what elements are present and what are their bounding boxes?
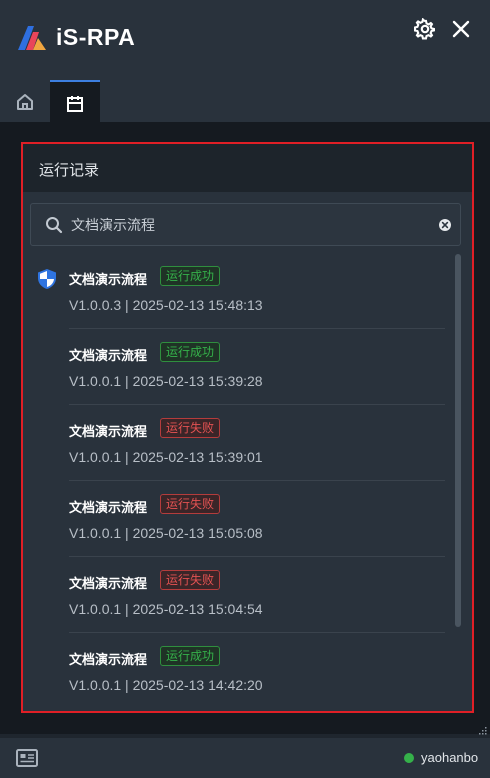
clear-search-icon[interactable] [438,218,452,232]
status-badge: 运行成功 [160,646,221,666]
search-icon [46,217,63,234]
divider [69,556,445,557]
tab-bar [0,80,490,122]
close-icon[interactable] [450,18,472,40]
record-name: 文档演示流程 [69,424,148,439]
calendar-icon [67,96,83,112]
status-badge: 运行失败 [160,494,221,514]
tab-run-records[interactable] [50,80,100,122]
scrollbar[interactable] [455,254,461,627]
status-badge: 运行成功 [160,342,221,362]
record-meta: V1.0.0.1 | 2025-02-13 15:39:28 [69,373,263,389]
app-logo [18,26,46,50]
record-meta: V1.0.0.3 | 2025-02-13 15:48:13 [69,297,263,313]
record-row[interactable]: 文档演示流程 运行失败 V1.0.0.1 | 2025-02-13 15:39:… [23,406,453,482]
record-name: 文档演示流程 [69,652,148,667]
divider [69,632,445,633]
divider [69,328,445,329]
record-name: 文档演示流程 [69,348,148,363]
record-row[interactable]: 文档演示流程 运行成功 V1.0.0.1 | 2025-02-13 14:42:… [23,634,453,710]
status-badge: 运行失败 [160,570,221,590]
record-row[interactable]: 文档演示流程 运行失败 V1.0.0.1 | 2025-02-13 15:05:… [23,482,453,558]
title-bar: iS-RPA [0,0,490,80]
home-icon [17,94,33,110]
search-box [30,203,461,246]
panel-header: 运行记录 [23,144,472,192]
settings-gear-icon[interactable] [414,18,436,40]
status-badge: 运行失败 [160,418,221,438]
record-list: 文档演示流程 运行成功 V1.0.0.3 | 2025-02-13 15:48:… [23,254,472,710]
panel-title: 运行记录 [39,162,100,179]
online-status-dot [404,753,414,763]
resize-grip-icon[interactable] [478,726,487,735]
record-meta: V1.0.0.1 | 2025-02-13 14:42:20 [69,677,263,693]
id-card-icon[interactable] [16,749,38,767]
app-title: iS-RPA [56,24,136,50]
record-name: 文档演示流程 [69,272,148,287]
record-meta: V1.0.0.1 | 2025-02-13 15:04:54 [69,601,263,617]
tab-home[interactable] [0,80,50,122]
record-meta: V1.0.0.1 | 2025-02-13 15:05:08 [69,525,263,541]
run-records-panel: 运行记录 文档演示流程 运行成功 V1.0.0.3 | 2025-02-13 1… [21,142,474,713]
record-name: 文档演示流程 [69,576,148,591]
username: yaohanbo [421,750,479,765]
record-name: 文档演示流程 [69,500,148,515]
status-badge: 运行成功 [160,266,221,286]
record-row[interactable]: 文档演示流程 运行失败 V1.0.0.1 | 2025-02-13 15:04:… [23,558,453,634]
search-input[interactable] [71,214,421,236]
shield-icon [38,269,56,289]
divider [69,404,445,405]
status-bar: yaohanbo [0,738,490,778]
divider [69,480,445,481]
record-row[interactable]: 文档演示流程 运行成功 V1.0.0.1 | 2025-02-13 15:39:… [23,330,453,406]
record-meta: V1.0.0.1 | 2025-02-13 15:39:01 [69,449,263,465]
record-row[interactable]: 文档演示流程 运行成功 V1.0.0.3 | 2025-02-13 15:48:… [23,254,453,330]
